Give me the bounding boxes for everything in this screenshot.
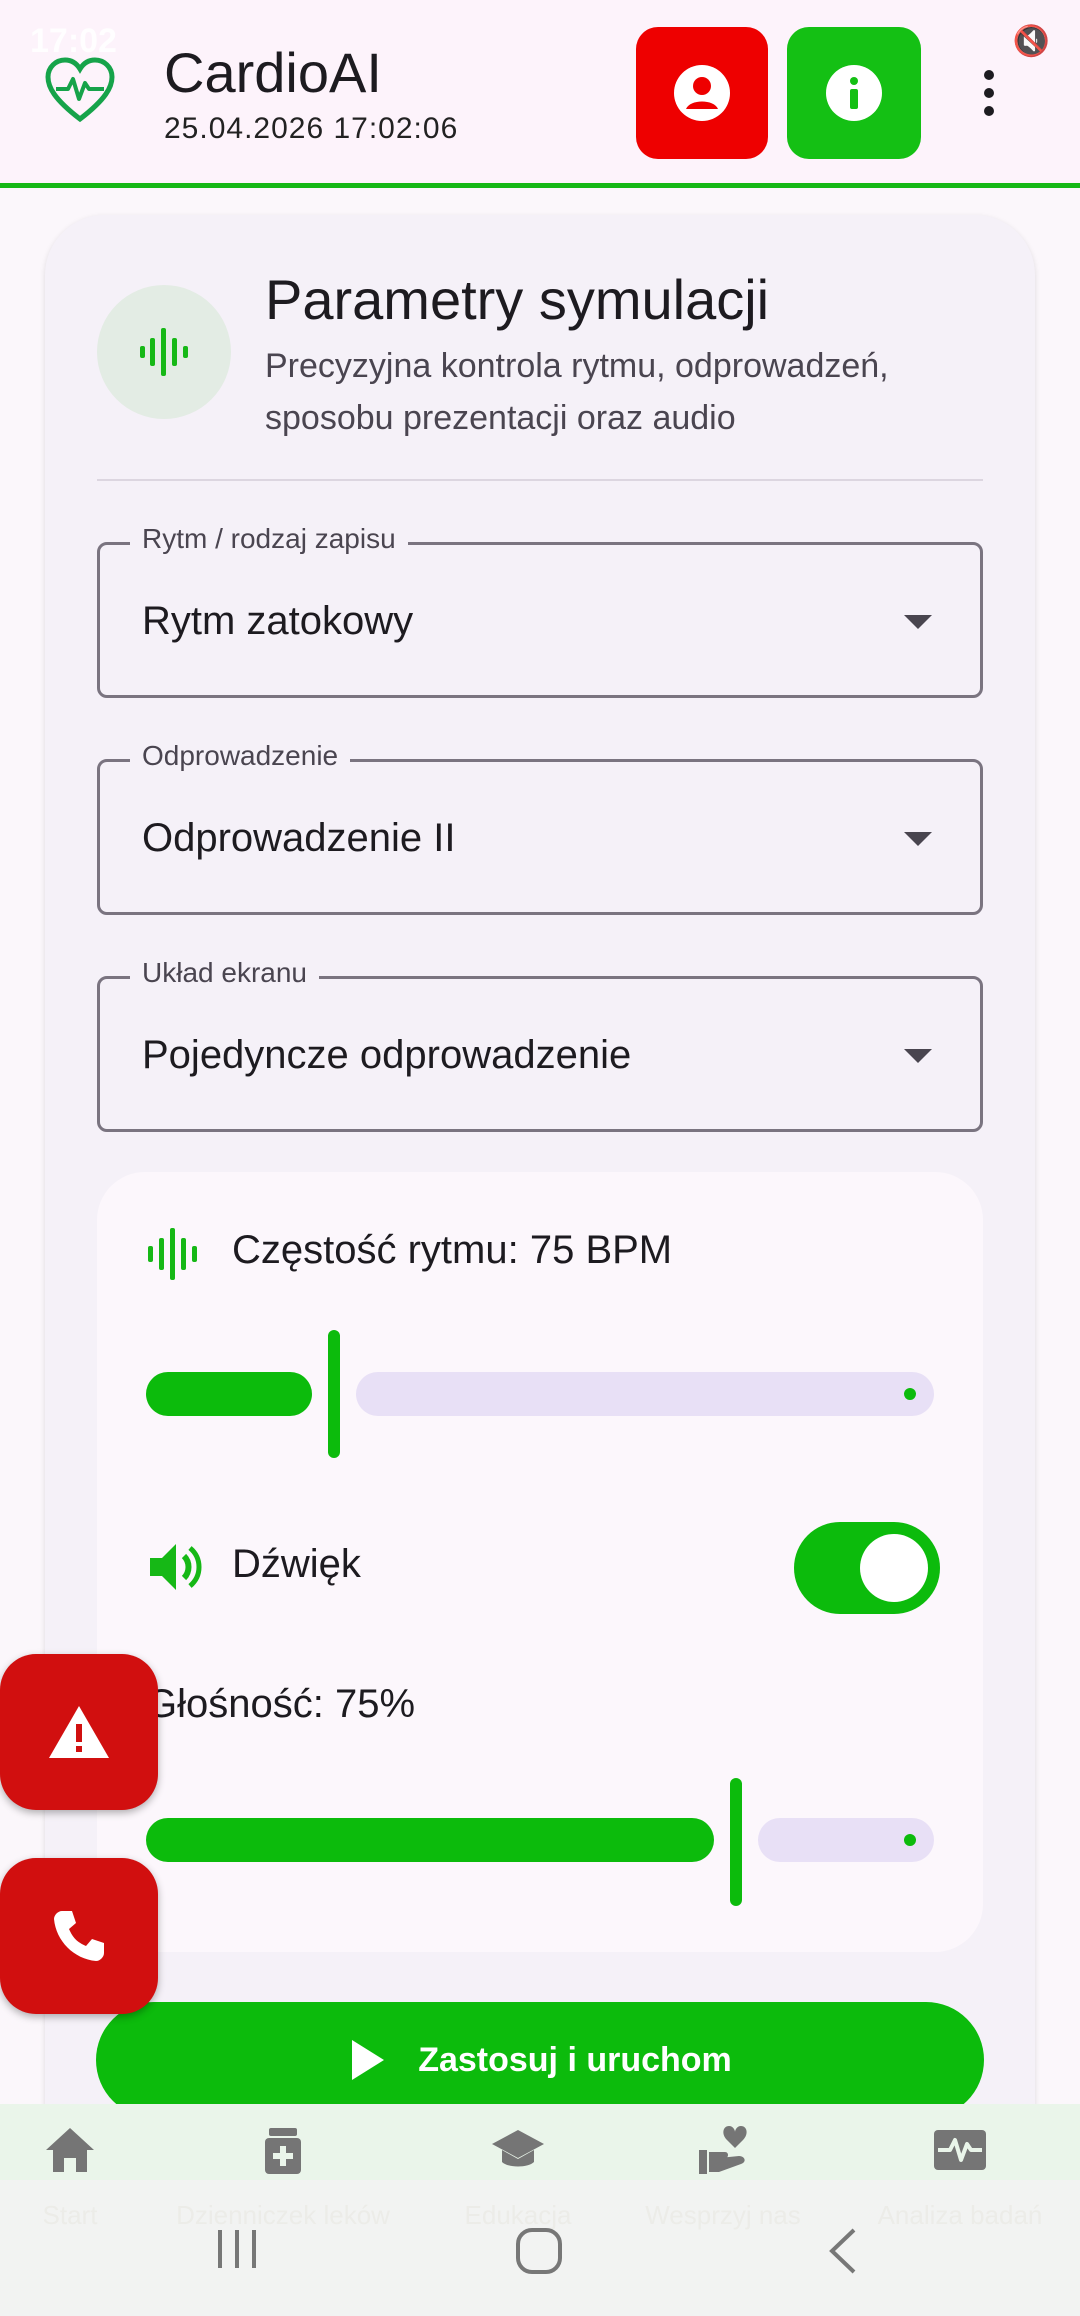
nav-label: Dzienniczek leków: [176, 2200, 390, 2230]
info-button[interactable]: [787, 27, 921, 159]
sound-toggle[interactable]: [794, 1522, 940, 1614]
nav-label: Analiza badań: [877, 2200, 1043, 2230]
volume-slider[interactable]: [146, 1778, 934, 1906]
layout-select-value: Pojedyncze odprowadzenie: [142, 1033, 632, 1077]
volume-label: Głośność: 75%: [146, 1682, 416, 1726]
medication-icon: [265, 2128, 301, 2174]
play-icon: [352, 2040, 385, 2080]
more-vert-icon[interactable]: [966, 62, 1012, 124]
waveform-icon: [140, 328, 188, 376]
slider-thumb[interactable]: [328, 1330, 340, 1458]
waveform-icon: [148, 1228, 197, 1280]
info-icon: [826, 65, 882, 121]
status-icons: 🔇: [1013, 24, 1050, 59]
rhythm-select[interactable]: Rytm / rodzaj zapisu Rytm zatokowy: [97, 523, 983, 698]
school-icon: [492, 2130, 544, 2167]
dropdown-arrow-icon: [904, 615, 932, 629]
volunteer-icon: [699, 2126, 747, 2174]
nav-item-education[interactable]: Edukacja: [448, 2104, 588, 2231]
card-icon-wrapper: [97, 285, 231, 419]
nav-item-start[interactable]: Start: [20, 2104, 120, 2231]
nav-item-support[interactable]: Wesprzyj nas: [632, 2104, 814, 2231]
card-subtitle: Precyzyjna kontrola rytmu, odprowadzeń, …: [265, 347, 889, 437]
card-title: Parametry symulacji: [265, 268, 770, 331]
heart-rate-label: Częstość rytmu: 75 BPM: [232, 1228, 673, 1272]
divider: [97, 479, 983, 481]
phone-button[interactable]: [0, 1858, 158, 2014]
layout-select[interactable]: Układ ekranu Pojedyncze odprowadzenie: [97, 957, 983, 1132]
layout-select-label: Układ ekranu: [130, 957, 319, 989]
app-datetime: 25.04.2026 17:02:06: [164, 112, 459, 145]
sound-label: Dźwięk: [232, 1542, 361, 1586]
volume-up-icon: [150, 1544, 202, 1590]
rhythm-select-label: Rytm / rodzaj zapisu: [130, 523, 408, 555]
heart-logo-icon: [45, 57, 115, 123]
nav-label: Start: [42, 2200, 98, 2230]
slider-active-track: [146, 1818, 714, 1862]
account-circle-icon: [674, 65, 730, 121]
slider-thumb[interactable]: [730, 1778, 742, 1906]
toggle-knob: [860, 1534, 928, 1602]
phone-icon: [54, 1911, 104, 1961]
heart-rate-slider[interactable]: [146, 1330, 934, 1458]
back-icon[interactable]: [822, 2226, 862, 2276]
mute-icon: 🔇: [1012, 25, 1050, 58]
warning-icon: [49, 1706, 109, 1758]
lead-select-value: Odprowadzenie II: [142, 816, 456, 860]
monitor-heart-icon: [934, 2130, 986, 2170]
home-button-icon[interactable]: [514, 2226, 564, 2276]
slider-stop-dot: [904, 1388, 916, 1400]
slider-active-track: [146, 1372, 312, 1416]
warning-button[interactable]: [0, 1654, 158, 1810]
app-title: CardioAI: [164, 41, 382, 104]
lead-select[interactable]: Odprowadzenie Odprowadzenie II: [97, 740, 983, 915]
nav-item-test-analysis[interactable]: Analiza badań: [860, 2104, 1060, 2231]
nav-item-medication-diary[interactable]: Dzienniczek leków: [160, 2104, 406, 2231]
apply-button-label: Zastosuj i uruchom: [418, 2040, 732, 2079]
nav-label: Wesprzyj nas: [645, 2200, 801, 2230]
home-icon: [46, 2128, 94, 2172]
rhythm-select-value: Rytm zatokowy: [142, 599, 414, 643]
slider-inactive-track: [356, 1372, 934, 1416]
app-bar: 17:02 🔇 CardioAI 25.04.2026 17:02:06: [0, 0, 1080, 188]
lead-select-label: Odprowadzenie: [130, 740, 351, 772]
dropdown-arrow-icon: [904, 832, 932, 846]
recent-apps-icon[interactable]: [214, 2226, 260, 2272]
dropdown-arrow-icon: [904, 1049, 932, 1063]
profile-button[interactable]: [636, 27, 768, 159]
slider-stop-dot: [904, 1834, 916, 1846]
apply-and-run-button[interactable]: Zastosuj i uruchom: [96, 2002, 984, 2118]
